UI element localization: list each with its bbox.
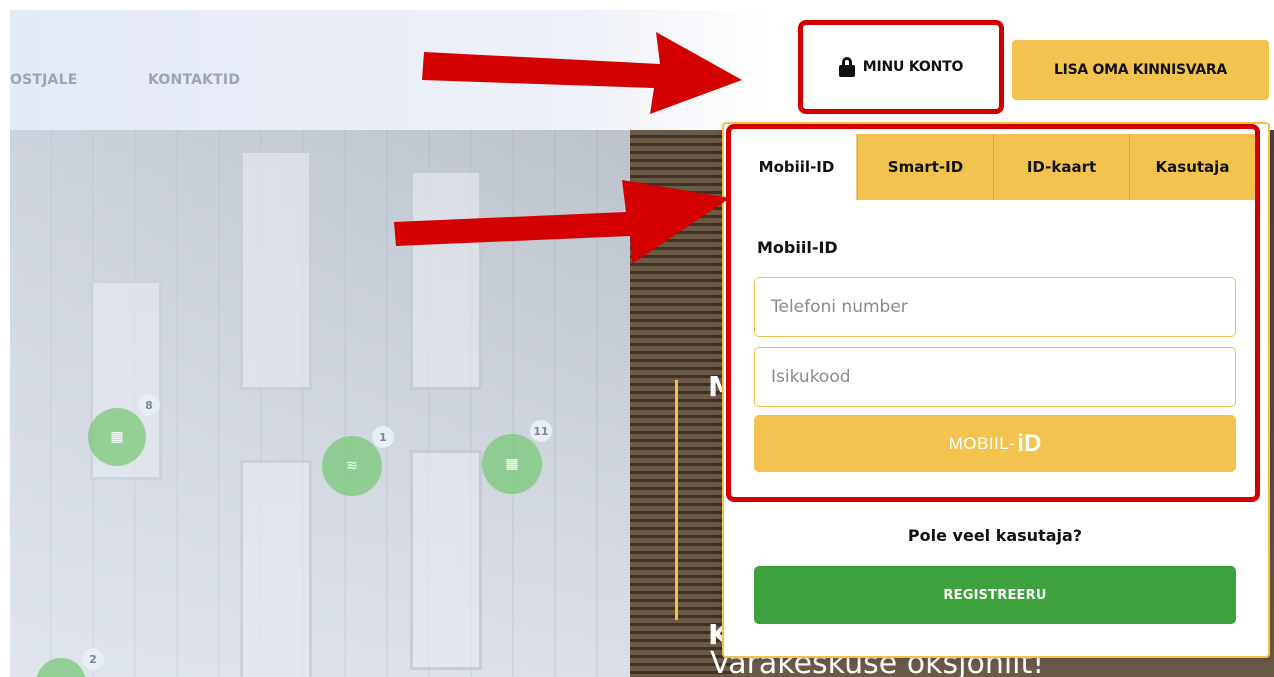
map-cluster-pin[interactable]: ▦ 8 — [88, 394, 160, 466]
nav-item-ostjale[interactable]: OSTJALE — [10, 72, 77, 88]
personal-code-input[interactable] — [754, 347, 1236, 407]
annotation-arrow-icon — [394, 180, 730, 264]
login-form-title: Mobiil-ID — [757, 238, 838, 257]
phone-number-input[interactable] — [754, 277, 1236, 337]
map-cluster-pin[interactable]: ≋ 1 — [322, 426, 394, 496]
hero-accent-line — [675, 380, 678, 620]
mobiil-id-login-button[interactable]: MOBIIL- iD — [754, 415, 1236, 472]
nav-item-kontaktid[interactable]: KONTAKTID — [148, 72, 240, 88]
tab-id-kaart[interactable]: ID-kaart — [993, 134, 1129, 200]
tab-kasutaja[interactable]: Kasutaja — [1129, 134, 1255, 200]
tab-mobiil-id[interactable]: Mobiil-ID — [737, 134, 857, 200]
pin-count-badge: 8 — [138, 394, 160, 416]
buildings-icon: ▦ — [110, 429, 124, 445]
signup-prompt: Pole veel kasutaja? — [907, 526, 1083, 545]
buildings-icon: ▦ — [505, 456, 519, 472]
login-method-tabs: Mobiil-ID Smart-ID ID-kaart Kasutaja — [737, 134, 1255, 200]
tab-smart-id[interactable]: Smart-ID — [857, 134, 993, 200]
map-cluster-pin[interactable]: ▦ 11 — [482, 420, 552, 494]
layers-icon: ≋ — [346, 458, 358, 474]
add-property-button[interactable]: LISA OMA KINNISVARA — [1012, 40, 1269, 100]
annotation-arrow-icon — [422, 32, 742, 114]
pin-count-badge: 2 — [82, 648, 104, 670]
mobiil-id-logo-icon: iD — [1017, 429, 1042, 457]
pin-count-badge: 1 — [372, 426, 394, 448]
lock-icon — [838, 57, 855, 77]
register-button[interactable]: REGISTREERU — [754, 566, 1236, 624]
my-account-button[interactable]: MINU KONTO — [798, 20, 1004, 114]
pin-count-badge: 11 — [530, 420, 552, 442]
my-account-label: MINU KONTO — [862, 59, 964, 75]
mobiil-id-button-text: MOBIIL- — [948, 433, 1016, 453]
